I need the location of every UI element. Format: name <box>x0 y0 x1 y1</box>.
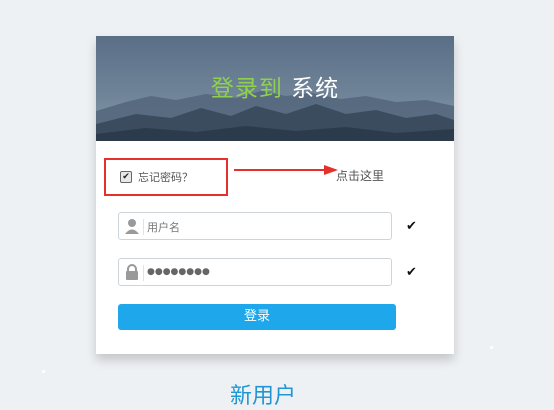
field-separator <box>143 219 144 235</box>
username-field[interactable]: 用户名 <box>118 212 392 240</box>
login-card: 登录到 系统 ✔ 忘记密码？ 点击这里 用户名 ✔ ●●●●●●●● ✔ 登录 <box>96 36 454 354</box>
header-banner: 登录到 系统 <box>96 36 454 141</box>
sparkle-dot <box>490 346 493 349</box>
user-icon <box>125 218 139 238</box>
annotation-arrow <box>234 165 338 175</box>
password-field[interactable]: ●●●●●●●● <box>118 258 392 286</box>
remember-label: 忘记密码？ <box>138 171 193 184</box>
page-title: 登录到 系统 <box>96 69 454 103</box>
password-value: ●●●●●●●● <box>147 267 210 277</box>
click-here-text: 点击这里 <box>336 169 385 183</box>
username-placeholder: 用户名 <box>147 221 180 234</box>
field-separator <box>143 265 144 281</box>
username-valid-check-icon: ✔ <box>406 219 417 234</box>
new-user-link[interactable]: 新用户 <box>230 378 296 410</box>
login-button[interactable]: 登录 <box>118 304 396 330</box>
title-rest: 系统 <box>291 76 340 102</box>
remember-checkbox[interactable]: ✔ <box>120 171 132 183</box>
lock-icon <box>125 264 139 284</box>
sparkle-dot <box>42 370 45 373</box>
remember-annotation-box: ✔ 忘记密码？ <box>104 158 228 196</box>
password-valid-check-icon: ✔ <box>406 265 417 280</box>
title-highlight: 登录到 <box>210 76 283 102</box>
